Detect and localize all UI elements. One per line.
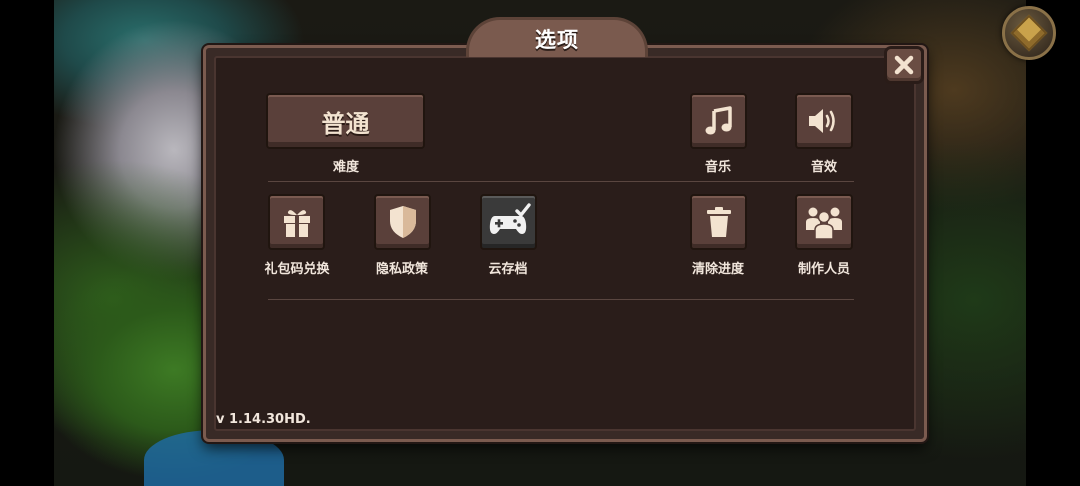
version-text: v 1.14.30HD. bbox=[216, 412, 311, 427]
shield-icon bbox=[389, 206, 416, 238]
close-button[interactable] bbox=[884, 46, 924, 84]
letterbox-left bbox=[0, 0, 54, 486]
gift-code-button[interactable] bbox=[268, 194, 325, 250]
cloud-save-button[interactable] bbox=[480, 194, 537, 250]
divider-top bbox=[268, 181, 854, 182]
encyclopedia-button[interactable] bbox=[1002, 6, 1056, 60]
privacy-policy-button[interactable] bbox=[374, 194, 431, 250]
privacy-policy-label: 隐私政策 bbox=[375, 262, 428, 277]
speaker-icon bbox=[809, 109, 835, 133]
trash-icon bbox=[706, 207, 731, 237]
cloud-save-label: 云存档 bbox=[488, 262, 528, 277]
dialog-title-tab: 选项 bbox=[466, 17, 648, 57]
credits-button[interactable] bbox=[795, 194, 853, 250]
divider-bottom bbox=[268, 299, 854, 300]
letterbox-right bbox=[1026, 0, 1080, 486]
sound-toggle-button[interactable] bbox=[795, 93, 853, 149]
clear-progress-label: 清除进度 bbox=[691, 262, 744, 277]
people-icon bbox=[806, 207, 842, 240]
clear-progress-button[interactable] bbox=[690, 194, 747, 250]
difficulty-label: 难度 bbox=[332, 160, 359, 175]
sound-label: 音效 bbox=[810, 160, 837, 175]
music-note-icon bbox=[705, 106, 732, 135]
gamepad-icon bbox=[489, 203, 531, 234]
difficulty-button[interactable]: 普通 bbox=[266, 93, 425, 149]
gift-code-label: 礼包码兑换 bbox=[264, 262, 330, 277]
dialog-title: 选项 bbox=[535, 27, 579, 52]
difficulty-value: 普通 bbox=[321, 109, 370, 138]
music-toggle-button[interactable] bbox=[690, 93, 747, 149]
music-label: 音乐 bbox=[704, 160, 731, 175]
gift-icon bbox=[283, 210, 310, 237]
credits-label: 制作人员 bbox=[797, 262, 850, 277]
cube-icon bbox=[1010, 14, 1048, 52]
close-icon bbox=[894, 55, 914, 75]
